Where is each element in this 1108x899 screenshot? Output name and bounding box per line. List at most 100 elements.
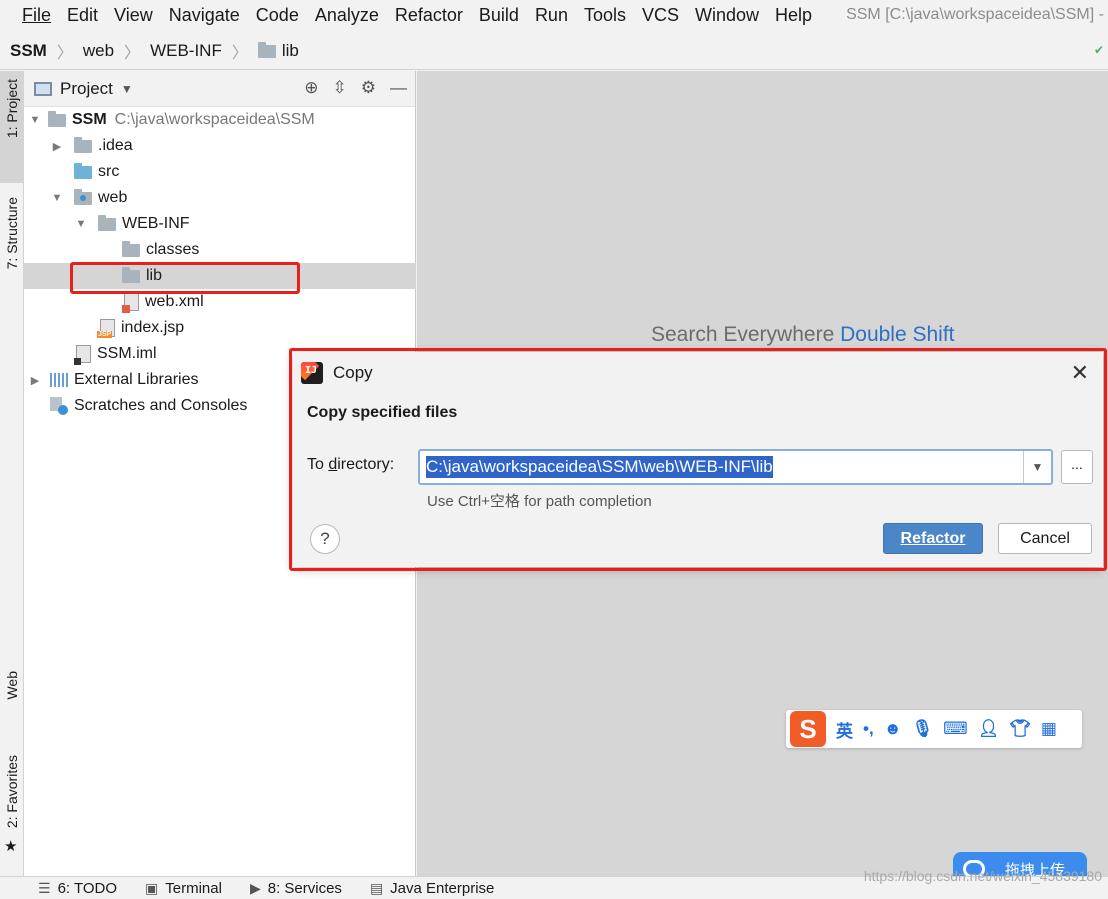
scratch-icon xyxy=(50,397,68,415)
xml-file-icon xyxy=(122,293,139,313)
menu-run[interactable]: Run xyxy=(527,5,576,26)
search-everywhere-hint: Search Everywhere Double Shift xyxy=(651,323,955,347)
project-view-icon xyxy=(34,81,52,96)
folder-icon xyxy=(98,214,116,231)
collapse-all-icon[interactable]: ⇳ xyxy=(333,78,347,98)
menu-file[interactable]: File xyxy=(14,5,59,26)
tree-item-path: C:\java\workspaceidea\SSM xyxy=(114,111,315,128)
gear-icon[interactable]: ⚙ xyxy=(361,78,376,98)
breadcrumb-separator-icon: 〉 xyxy=(231,45,248,62)
services-icon: ▶ xyxy=(249,879,261,896)
java-enterprise-tool-button[interactable]: ▤ Java Enterprise xyxy=(370,880,494,897)
menu-tools[interactable]: Tools xyxy=(576,5,634,26)
todo-tool-button[interactable]: ☰ 6: TODO xyxy=(38,880,117,897)
tree-item-ssm[interactable]: ▼ SSM C:\java\workspaceidea\SSM xyxy=(24,107,416,133)
tree-item-label: SSM xyxy=(72,111,107,128)
breadcrumb-item-web[interactable]: web xyxy=(83,41,114,61)
source-folder-icon xyxy=(74,162,92,179)
jsp-file-icon xyxy=(97,319,115,338)
tree-item-src[interactable]: src xyxy=(24,159,416,185)
tab-structure-label: 7: Structure xyxy=(4,197,20,270)
tree-item-web-inf[interactable]: ▼ WEB-INF xyxy=(24,211,416,237)
iml-file-icon xyxy=(74,345,91,365)
tree-item-label: SSM.iml xyxy=(97,345,157,362)
services-label: 8: Services xyxy=(267,879,342,897)
tree-item-classes[interactable]: classes xyxy=(24,237,416,263)
menu-code[interactable]: Code xyxy=(248,5,307,26)
star-icon: ★ xyxy=(4,838,18,855)
tree-item-web[interactable]: ▼ web xyxy=(24,185,416,211)
left-tool-stripe: 1: Project 7: Structure Web 2: Favorites… xyxy=(0,71,24,876)
locate-icon[interactable]: ⊕ xyxy=(304,78,318,98)
collapsed-arrow-icon[interactable]: ▶ xyxy=(28,374,42,387)
collapsed-arrow-icon[interactable]: ▶ xyxy=(50,140,64,153)
menu-build[interactable]: Build xyxy=(471,5,527,26)
list-icon: ☰ xyxy=(38,879,51,896)
skin-icon[interactable]: 👕︎ xyxy=(1009,719,1031,739)
emoji-icon[interactable]: ☻ xyxy=(884,719,902,739)
tree-item-label: web xyxy=(98,189,128,206)
terminal-tool-button[interactable]: ▣ Terminal xyxy=(145,880,222,897)
keyboard-icon[interactable]: ⌨ xyxy=(943,719,968,739)
breadcrumb-item-web-inf[interactable]: WEB-INF xyxy=(150,41,222,61)
search-hint-shortcut: Double Shift xyxy=(840,323,955,346)
breadcrumb-separator-icon: 〉 xyxy=(124,45,141,62)
tree-item-idea[interactable]: ▶ .idea xyxy=(24,133,416,159)
tree-item-label: WEB-INF xyxy=(122,215,190,232)
module-folder-icon xyxy=(48,110,66,127)
expand-arrow-icon[interactable]: ▼ xyxy=(74,218,88,230)
folder-icon xyxy=(257,41,276,58)
lib-highlight-box xyxy=(70,262,300,294)
tab-project-label: 1: Project xyxy=(4,79,20,139)
folder-icon xyxy=(122,240,140,257)
tab-structure[interactable]: 7: Structure xyxy=(0,193,24,303)
menu-navigate[interactable]: Navigate xyxy=(161,5,248,26)
menu-analyze[interactable]: Analyze xyxy=(307,5,387,26)
breadcrumb-item-ssm[interactable]: SSM xyxy=(10,41,47,61)
check-icon: ✔ xyxy=(1093,43,1104,57)
terminal-icon: ▣ xyxy=(145,879,159,896)
ime-language-toggle[interactable]: 英 xyxy=(836,717,853,742)
tree-item-label: index.jsp xyxy=(121,319,185,336)
terminal-label: Terminal xyxy=(165,879,222,897)
folder-icon xyxy=(74,136,92,153)
dialog-highlight-box xyxy=(289,348,1107,571)
java-enterprise-label: Java Enterprise xyxy=(390,879,495,897)
breadcrumb-separator-icon: 〉 xyxy=(56,45,73,62)
ime-punctuation-toggle[interactable]: •, xyxy=(863,719,874,739)
todo-label: 6: TODO xyxy=(57,879,118,897)
menu-edit[interactable]: Edit xyxy=(59,5,106,26)
menu-bar: IJ File Edit View Navigate Code Analyze … xyxy=(0,0,1108,30)
window-title: SSM [C:\java\workspaceidea\SSM] - In xyxy=(846,6,1108,23)
chevron-down-icon[interactable]: ▼ xyxy=(121,82,133,96)
toolbox-icon[interactable]: ▦ xyxy=(1041,719,1057,739)
tab-favorites-label: 2: Favorites xyxy=(4,755,20,829)
search-hint-text: Search Everywhere xyxy=(651,323,835,346)
tree-item-label: web.xml xyxy=(145,293,204,310)
tab-project[interactable]: 1: Project xyxy=(0,71,24,183)
user-icon[interactable]: 👤︎ xyxy=(978,719,1000,739)
watermark: https://blog.csdn.net/weixin_45839180 xyxy=(863,868,1102,884)
services-tool-button[interactable]: ▶ 8: Services xyxy=(250,880,342,897)
menu-refactor[interactable]: Refactor xyxy=(387,5,471,26)
menu-view[interactable]: View xyxy=(106,5,161,26)
web-folder-icon xyxy=(74,188,92,205)
tree-item-label: src xyxy=(98,163,120,180)
tree-item-label: classes xyxy=(146,241,200,258)
microphone-icon[interactable]: 🎙︎ xyxy=(912,719,934,739)
tree-item-index-jsp[interactable]: index.jsp xyxy=(24,315,416,341)
breadcrumb: SSM 〉 web 〉 WEB-INF 〉 lib ✔ xyxy=(0,33,1108,70)
menu-vcs[interactable]: VCS xyxy=(634,5,687,26)
sogou-logo-icon[interactable]: S xyxy=(790,711,826,747)
expand-arrow-icon[interactable]: ▼ xyxy=(50,192,64,204)
project-panel-title[interactable]: Project xyxy=(60,79,113,99)
library-icon xyxy=(50,373,68,387)
breadcrumb-item-label: lib xyxy=(281,41,299,60)
project-panel-header: Project ▼ ⊕ ⇳ ⚙ — xyxy=(24,71,415,107)
tab-web[interactable]: Web xyxy=(0,667,24,733)
menu-help[interactable]: Help xyxy=(767,5,820,26)
breadcrumb-item-lib[interactable]: lib xyxy=(257,41,299,61)
expand-arrow-icon[interactable]: ▼ xyxy=(28,114,42,126)
menu-window[interactable]: Window xyxy=(687,5,767,26)
minimize-icon[interactable]: — xyxy=(390,78,407,98)
